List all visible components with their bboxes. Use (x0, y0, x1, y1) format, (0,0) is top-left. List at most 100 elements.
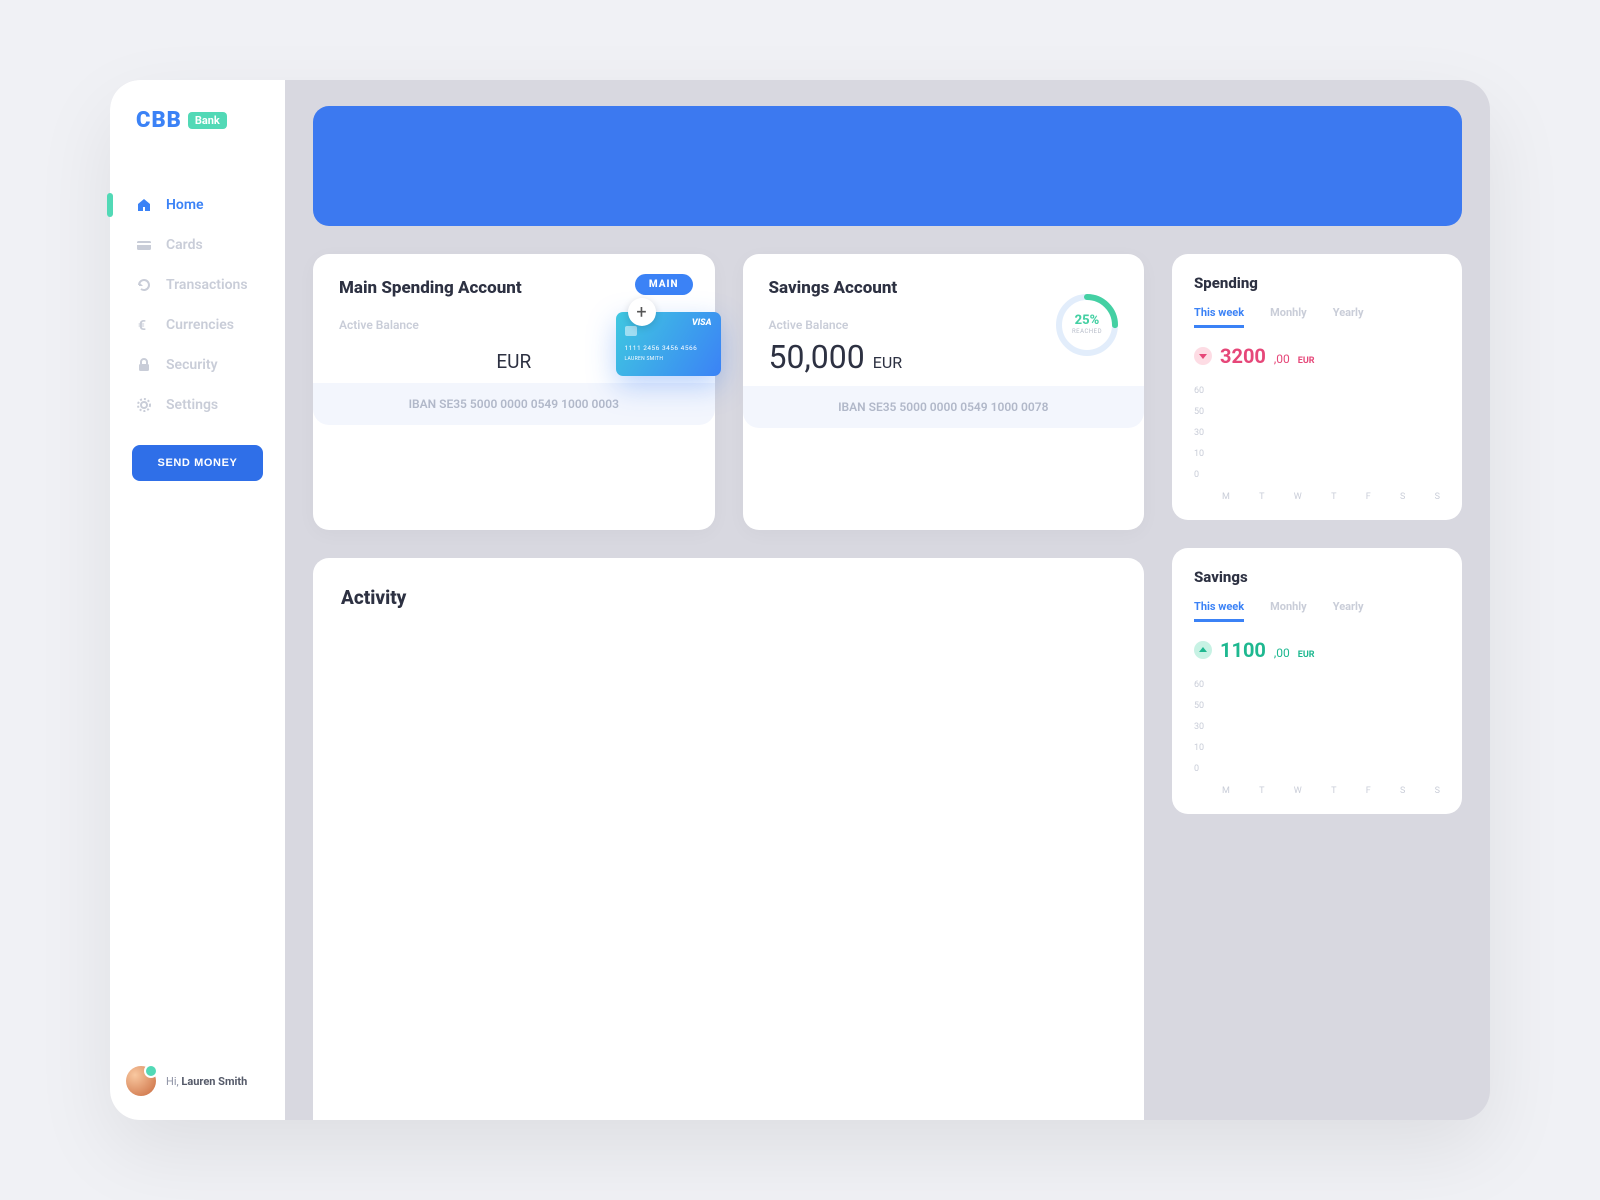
x-tick: F (1366, 492, 1371, 502)
y-tick: 50 (1194, 407, 1204, 417)
sidebar-item-home[interactable]: Home (110, 185, 285, 225)
nav-label: Security (166, 357, 218, 373)
add-card-button[interactable]: + (628, 298, 656, 326)
balance-currency: EUR (496, 350, 531, 373)
card-chip-icon (625, 326, 637, 336)
home-icon (136, 197, 152, 213)
y-tick: 60 (1194, 680, 1204, 690)
stat-value: 3200 (1220, 344, 1266, 368)
x-tick: T (1259, 492, 1264, 502)
stat-cents: ,00 (1274, 352, 1290, 366)
main-badge: MAIN (635, 274, 693, 295)
sidebar-item-transactions[interactable]: Transactions (110, 265, 285, 305)
goal-progress-ring: 25% REACHED (1052, 290, 1122, 360)
balance-currency: EUR (873, 353, 902, 372)
nav-label: Home (166, 197, 204, 213)
card-icon (136, 237, 152, 253)
x-tick: W (1294, 492, 1302, 502)
x-tick: M (1222, 786, 1230, 796)
x-tick: S (1400, 786, 1405, 796)
balance-amount: 50,000 (769, 338, 865, 376)
visa-logo: VISA (692, 318, 712, 328)
notification-banner[interactable] (313, 106, 1462, 226)
x-tick: S (1435, 492, 1440, 502)
tab-yearly[interactable]: Yearly (1333, 600, 1364, 622)
y-tick: 10 (1194, 449, 1204, 459)
card-number: 1111 2456 3456 4566 (625, 344, 712, 352)
iban-strip: IBAN SE35 5000 0000 0549 1000 0078 (743, 386, 1145, 428)
gear-icon (136, 397, 152, 413)
spending-chart: 60 50 30 10 0 M T W T F S S (1194, 386, 1440, 506)
stat-currency: EUR (1298, 356, 1315, 366)
savings-tabs: This week Monhly Yearly (1194, 600, 1440, 622)
logo-text: CBB (136, 108, 182, 133)
goal-label: REACHED (1072, 328, 1102, 335)
refresh-icon (136, 277, 152, 293)
nav: Home Cards Transactions € Currencies Sec… (110, 185, 285, 425)
x-tick: F (1366, 786, 1371, 796)
tab-this-week[interactable]: This week (1194, 600, 1244, 622)
y-tick: 50 (1194, 701, 1204, 711)
trend-down-icon (1194, 347, 1212, 365)
tab-this-week[interactable]: This week (1194, 306, 1244, 328)
card-holder: LAUREN SMITH (625, 356, 712, 362)
spending-widget: Spending This week Monhly Yearly 3200 ,00… (1172, 254, 1462, 520)
avatar (126, 1066, 156, 1096)
activity-title: Activity (341, 586, 1116, 609)
tab-yearly[interactable]: Yearly (1333, 306, 1364, 328)
tab-monthly[interactable]: Monhly (1270, 306, 1307, 328)
x-tick: T (1259, 786, 1264, 796)
nav-label: Cards (166, 237, 203, 253)
nav-label: Currencies (166, 317, 234, 333)
greeting-text: Hi, (166, 1075, 179, 1088)
x-tick: S (1435, 786, 1440, 796)
stat-cents: ,00 (1274, 646, 1290, 660)
spending-tabs: This week Monhly Yearly (1194, 306, 1440, 328)
user-name: Lauren Smith (181, 1075, 247, 1088)
x-axis: M T W T F S S (1222, 492, 1440, 502)
widget-title: Spending (1194, 274, 1440, 292)
x-tick: M (1222, 492, 1230, 502)
main-spending-account-card[interactable]: Main Spending Account MAIN Active Balanc… (313, 254, 715, 530)
y-tick: 10 (1194, 743, 1204, 753)
y-tick: 0 (1194, 764, 1204, 774)
savings-chart: 60 50 30 10 0 M T W T F S S (1194, 680, 1440, 800)
right-column: Spending This week Monhly Yearly 3200 ,00… (1172, 254, 1462, 1120)
spending-stat: 3200 ,00 EUR (1194, 344, 1440, 368)
sidebar-item-settings[interactable]: Settings (110, 385, 285, 425)
main-content: Main Spending Account MAIN Active Balanc… (285, 80, 1490, 1120)
send-money-button[interactable]: SEND MONEY (132, 445, 263, 481)
stat-currency: EUR (1298, 650, 1315, 660)
credit-card[interactable]: + VISA 1111 2456 3456 4566 LAUREN SMITH (616, 312, 721, 376)
x-tick: W (1294, 786, 1302, 796)
y-axis: 60 50 30 10 0 (1194, 680, 1204, 774)
trend-up-icon (1194, 641, 1212, 659)
svg-text:€: € (138, 318, 146, 333)
logo: CBB Bank (110, 108, 285, 163)
y-tick: 0 (1194, 470, 1204, 480)
user-greeting: Hi, Lauren Smith (166, 1075, 247, 1088)
y-tick: 60 (1194, 386, 1204, 396)
y-axis: 60 50 30 10 0 (1194, 386, 1204, 480)
savings-account-card[interactable]: Savings Account Active Balance 50,000 EU… (743, 254, 1145, 530)
logo-badge: Bank (188, 112, 227, 129)
goal-percent: 25% (1075, 313, 1100, 328)
sidebar-item-cards[interactable]: Cards (110, 225, 285, 265)
x-axis: M T W T F S S (1222, 786, 1440, 796)
x-tick: T (1331, 786, 1336, 796)
tab-monthly[interactable]: Monhly (1270, 600, 1307, 622)
y-tick: 30 (1194, 428, 1204, 438)
sidebar-item-security[interactable]: Security (110, 345, 285, 385)
lock-icon (136, 357, 152, 373)
stat-value: 1100 (1220, 638, 1266, 662)
nav-label: Transactions (166, 277, 248, 293)
sidebar: CBB Bank Home Cards Transactions € Curre… (110, 80, 285, 1120)
sidebar-item-currencies[interactable]: € Currencies (110, 305, 285, 345)
x-tick: T (1331, 492, 1336, 502)
user-profile[interactable]: Hi, Lauren Smith (110, 1066, 285, 1096)
nav-label: Settings (166, 397, 218, 413)
savings-stat: 1100 ,00 EUR (1194, 638, 1440, 662)
iban-strip: IBAN SE35 5000 0000 0549 1000 0003 (313, 383, 715, 425)
app-window: CBB Bank Home Cards Transactions € Curre… (110, 80, 1490, 1120)
activity-panel: Activity (313, 558, 1144, 1120)
